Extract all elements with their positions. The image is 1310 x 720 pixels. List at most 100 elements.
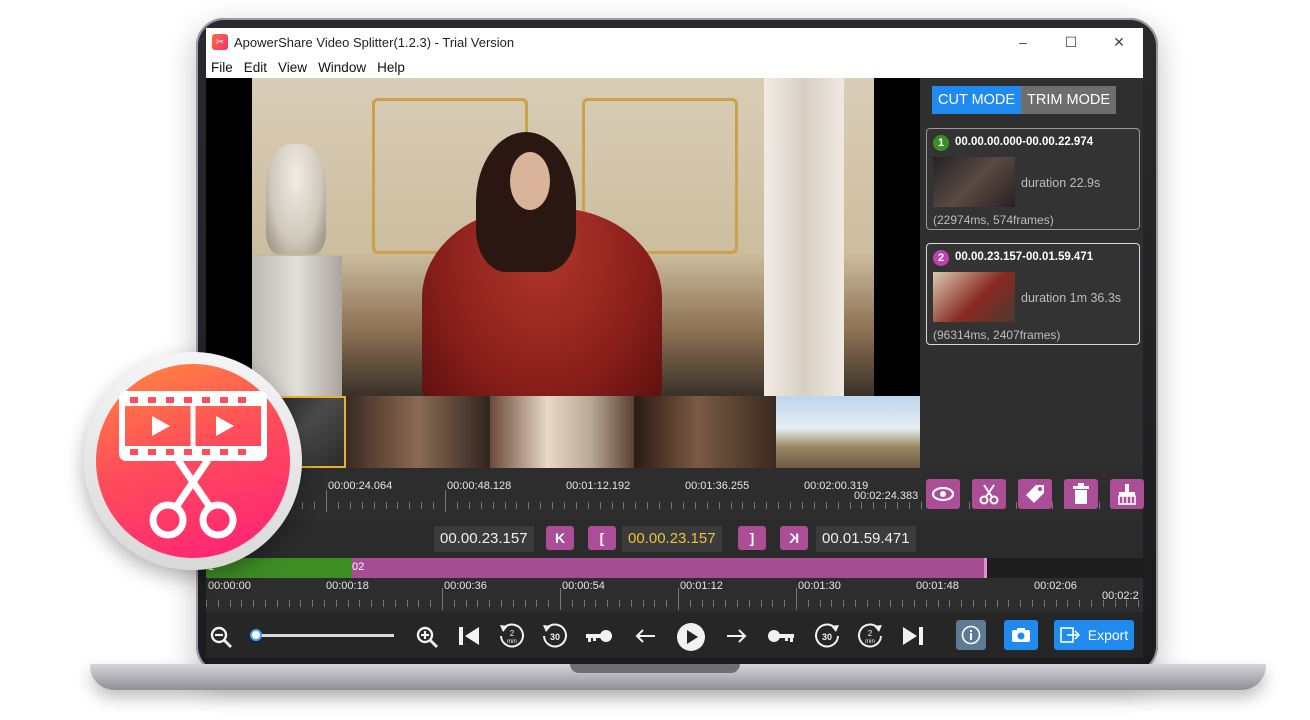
segment-start-time[interactable]: 00.00.23.157 [434, 526, 534, 552]
ruler-tick [457, 502, 458, 509]
ruler-tick [1056, 600, 1057, 607]
video-preview[interactable] [206, 78, 920, 396]
tag-segment-button[interactable] [1018, 479, 1052, 509]
filmstrip-thumb[interactable] [490, 396, 634, 468]
ruler-tick [623, 502, 624, 509]
segment-end-time[interactable]: 00.01.59.471 [816, 526, 916, 552]
ruler-tick [719, 502, 720, 509]
ruler-tick [671, 502, 672, 509]
next-keyframe-icon[interactable] [766, 624, 796, 654]
ruler-tick [897, 502, 898, 509]
ruler-tick [1032, 600, 1033, 607]
menu-window[interactable]: Window [313, 60, 372, 75]
jump-to-end-button[interactable]: K [780, 526, 808, 550]
video-scissors-icon [119, 391, 267, 539]
rewind-2min-icon[interactable]: 2 min [497, 622, 527, 656]
skip-to-end-icon[interactable] [898, 624, 928, 654]
rewind-30s-icon[interactable]: 30 [540, 622, 570, 656]
ruler-tick [481, 502, 482, 509]
zoom-out-icon[interactable] [206, 624, 236, 656]
ruler-tick [796, 588, 797, 610]
menu-help[interactable]: Help [372, 60, 411, 75]
cut-segment-button[interactable] [972, 479, 1006, 509]
ruler-end-label: 00:02:2 [1102, 590, 1139, 602]
filmstrip-thumb[interactable] [634, 396, 776, 468]
ruler-tick [926, 600, 927, 607]
video-frame [252, 78, 874, 396]
next-frame-arrow-icon[interactable] [722, 626, 752, 652]
segment-card-2[interactable]: 2 00.00.23.157-00.01.59.471 duration 1m … [926, 243, 1140, 345]
ruler-tick [572, 600, 573, 607]
timeline-ruler-bottom[interactable]: 00:00:00 00:00:18 00:00:36 00:00:54 00:01:12… [206, 578, 1143, 612]
segment-timeline[interactable]: 1 02 [206, 558, 1143, 578]
ruler-tick [713, 600, 714, 607]
ruler-tick [218, 600, 219, 607]
ruler-tick [300, 600, 301, 607]
ruler-tick [820, 600, 821, 607]
snapshot-button[interactable] [1004, 620, 1038, 650]
maximize-button[interactable]: ☐ [1047, 34, 1095, 51]
menu-edit[interactable]: Edit [239, 60, 273, 75]
ruler-tick [902, 600, 903, 607]
close-button[interactable]: ✕ [1095, 34, 1143, 51]
mark-out-button[interactable]: ] [738, 526, 766, 550]
play-button[interactable] [676, 622, 706, 658]
filmstrip[interactable] [206, 396, 920, 468]
jump-to-start-button[interactable]: K [546, 526, 574, 550]
segment-card-1[interactable]: 1 00.00.00.000-00.00.22.974 duration 22.… [926, 128, 1140, 230]
ruler-tick [348, 600, 349, 607]
ruler-tick [564, 502, 565, 509]
ruler-tick [528, 502, 529, 509]
skip-to-start-icon[interactable] [454, 624, 484, 654]
segment-end-handle[interactable] [984, 558, 987, 578]
ruler-tick [600, 502, 601, 509]
mode-tabs: CUT MODE TRIM MODE [932, 86, 1117, 114]
ruler-tick [772, 600, 773, 607]
export-label: Export [1087, 627, 1129, 643]
previous-frame-arrow-icon[interactable] [630, 626, 660, 652]
ruler-label: 00:00:00 [208, 580, 251, 592]
minimize-button[interactable]: – [999, 34, 1047, 51]
ruler-tick [1079, 600, 1080, 607]
preview-segment-button[interactable] [926, 479, 960, 509]
zoom-slider-track[interactable] [256, 634, 394, 637]
ruler-label: 00:01:12 [680, 580, 723, 592]
ruler-tick [466, 600, 467, 607]
delete-segment-button[interactable] [1064, 479, 1098, 509]
ruler-tick [843, 600, 844, 607]
tab-cut-mode[interactable]: CUT MODE [932, 86, 1022, 114]
ruler-tick [314, 502, 315, 509]
app-window: ✂ ApowerShare Video Splitter(1.2.3) - Tr… [206, 28, 1143, 658]
ruler-tick [749, 600, 750, 607]
zoom-slider-thumb[interactable] [250, 629, 262, 641]
menu-file[interactable]: File [206, 60, 239, 75]
ruler-tick [808, 600, 809, 607]
forward-30s-icon[interactable]: 30 [812, 622, 842, 656]
previous-keyframe-icon[interactable] [584, 624, 614, 654]
ruler-tick [838, 502, 839, 509]
clear-segments-button[interactable] [1110, 479, 1144, 509]
ruler-label: 00:00:48.128 [447, 480, 512, 492]
ruler-tick [683, 502, 684, 509]
ruler-tick [814, 502, 815, 509]
zoom-in-icon[interactable] [412, 624, 442, 656]
ruler-tick [588, 502, 589, 509]
ruler-tick [855, 600, 856, 607]
ruler-tick [742, 502, 743, 509]
app-logo-badge [96, 364, 290, 558]
forward-2min-icon[interactable]: 2 min [855, 622, 885, 656]
info-button[interactable] [956, 620, 986, 650]
ruler-tick [489, 600, 490, 607]
ruler-tick [430, 600, 431, 607]
segment-2-bar[interactable] [352, 558, 984, 578]
filmstrip-thumb[interactable] [346, 396, 490, 468]
tab-trim-mode[interactable]: TRIM MODE [1021, 86, 1117, 114]
ruler-tick [1008, 600, 1009, 607]
filmstrip-thumb[interactable] [776, 396, 920, 468]
mark-in-button[interactable]: [ [588, 526, 616, 550]
menu-view[interactable]: View [273, 60, 313, 75]
broom-icon [1118, 484, 1136, 505]
ruler-tick [230, 600, 231, 607]
export-button[interactable]: Export [1054, 620, 1134, 650]
ruler-tick [659, 502, 660, 509]
